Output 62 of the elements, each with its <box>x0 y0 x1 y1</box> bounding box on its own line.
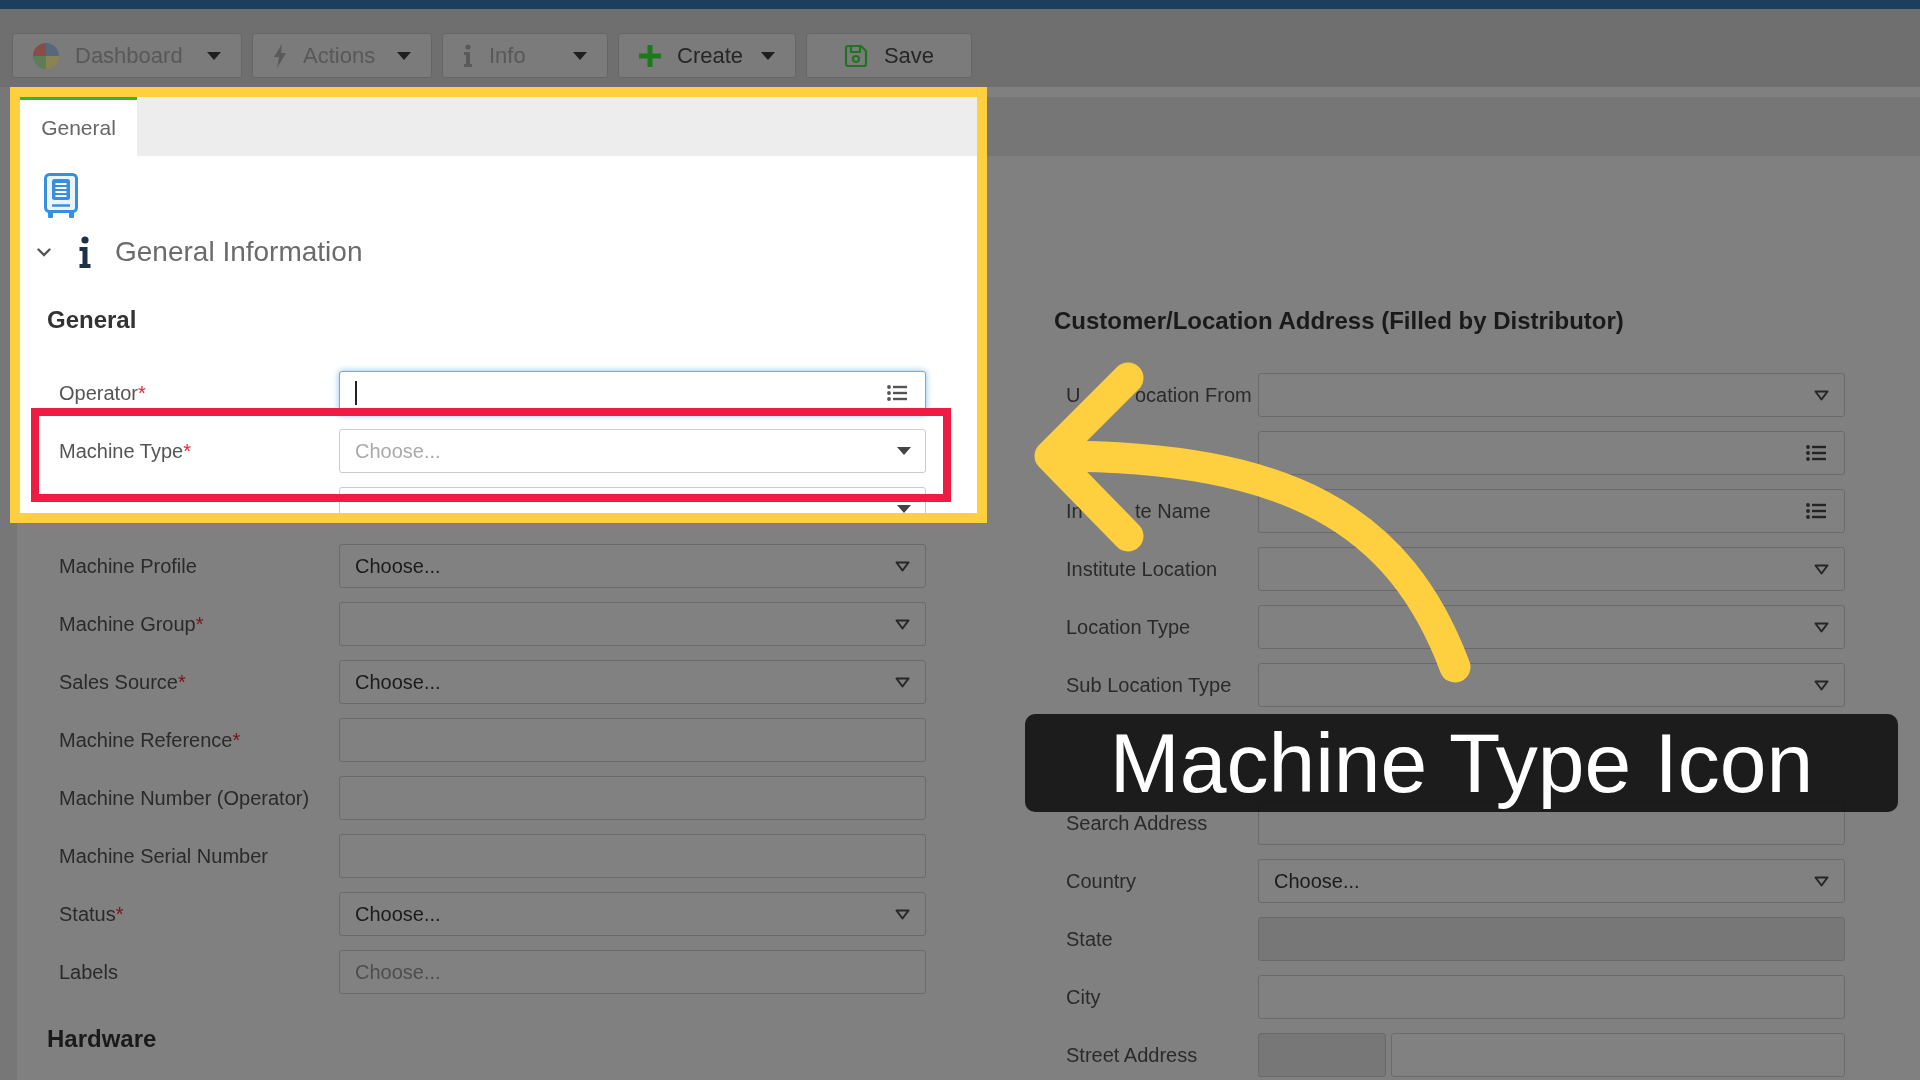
field-label: Sales Source* <box>59 670 186 694</box>
field-label: Operator* <box>59 381 146 405</box>
cabinet-icon <box>44 173 78 218</box>
caret-down-icon[interactable] <box>895 676 910 688</box>
caret-down-icon[interactable] <box>897 447 911 455</box>
field-label: Machine Group* <box>59 612 204 636</box>
field-label: City <box>1066 985 1101 1009</box>
caret-down-icon[interactable] <box>1814 679 1829 691</box>
field-label: Location Type <box>1066 615 1191 639</box>
section-title: General Information <box>115 236 363 268</box>
caret-down-icon[interactable] <box>897 505 911 513</box>
field-label: ocation From <box>1135 383 1253 407</box>
dropdown-field[interactable] <box>339 602 926 646</box>
dropdown-field[interactable] <box>1258 605 1845 649</box>
field-label: Search Address <box>1066 811 1208 835</box>
field-label: Machine Type* <box>59 439 191 463</box>
chevron-down-icon[interactable] <box>37 247 51 257</box>
list-icon[interactable] <box>1806 445 1826 461</box>
dropdown-field[interactable]: Choose... <box>339 544 926 588</box>
section-heading: Customer/Location Address (Filled by Distributor) <box>1054 306 1625 336</box>
info-icon <box>78 236 92 268</box>
caret-down-icon[interactable] <box>1814 389 1829 401</box>
dropdown-field[interactable] <box>1258 663 1845 707</box>
section-heading: Hardware <box>47 1024 158 1054</box>
field-label: Machine Serial Number <box>59 844 268 868</box>
field-label: Machine Number (Operator) <box>59 786 310 810</box>
dropdown-field[interactable] <box>1258 547 1845 591</box>
field-label: Institute Location <box>1066 557 1218 581</box>
caret-down-icon[interactable] <box>895 908 910 920</box>
list-icon[interactable] <box>887 385 907 401</box>
dropdown-field[interactable]: Choose... <box>339 892 926 936</box>
field-label: Street Address <box>1066 1043 1198 1067</box>
field-label: Machine Reference* <box>59 728 241 752</box>
list-icon[interactable] <box>1806 503 1826 519</box>
caret-down-icon[interactable] <box>1814 621 1829 633</box>
dropdown-field[interactable]: Choose... <box>339 660 926 704</box>
field-label: Status* <box>59 902 124 926</box>
caret-down-icon[interactable] <box>895 618 910 630</box>
field-label: U <box>1066 383 1082 407</box>
field-label: Sub Location Type <box>1066 673 1232 697</box>
toolbar-button[interactable]: Create <box>618 33 796 78</box>
caret-down-icon[interactable] <box>895 560 910 572</box>
field-label: State <box>1066 927 1113 951</box>
caret-down-icon[interactable] <box>1814 875 1829 887</box>
caret-down-icon[interactable] <box>1814 563 1829 575</box>
field-label: In <box>1066 499 1084 523</box>
plus-icon <box>639 44 661 67</box>
caption-tooltip: Machine Type Icon <box>1025 714 1898 812</box>
toolbar-button[interactable]: Save <box>806 33 972 78</box>
info-icon <box>463 43 473 68</box>
dropdown-field[interactable] <box>1258 373 1845 417</box>
pie-chart-icon <box>33 42 59 69</box>
lookup-field[interactable] <box>1258 431 1845 475</box>
lightning-icon <box>273 43 287 68</box>
tab[interactable]: General <box>20 97 137 156</box>
field-label: Labels <box>59 960 118 984</box>
text-cursor <box>355 381 357 405</box>
section-heading: General <box>46 305 138 335</box>
field-label: Country <box>1066 869 1137 893</box>
dropdown-field[interactable]: Choose... <box>1258 859 1845 903</box>
field-label: Machine Profile <box>59 554 197 578</box>
field-label: te Name <box>1135 499 1212 523</box>
